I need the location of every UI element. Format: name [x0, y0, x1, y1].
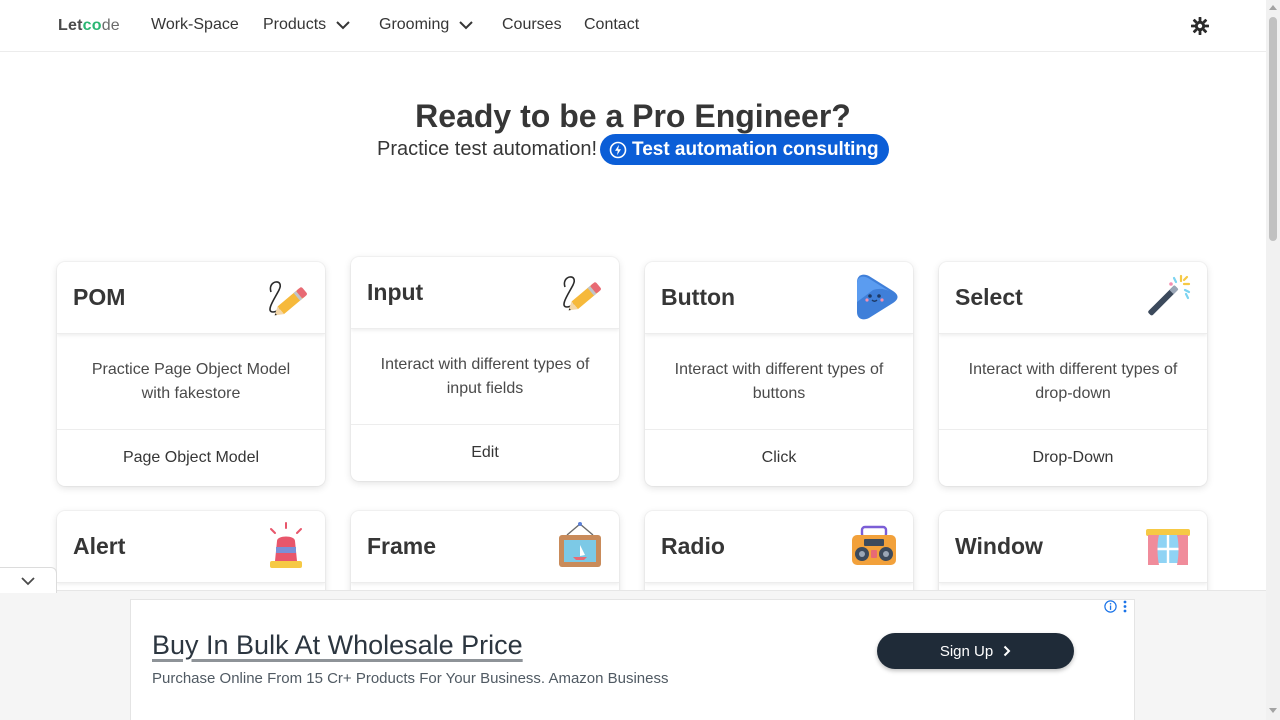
- chevron-down-icon: [21, 576, 35, 585]
- ad-container[interactable]: Buy In Bulk At Wholesale Price Purchase …: [130, 599, 1135, 720]
- nav-item-courses[interactable]: Courses: [502, 16, 562, 34]
- hero-subtitle: Practice test automation!: [377, 138, 598, 160]
- card-title: Input: [367, 279, 424, 305]
- chevron-down-icon: [459, 21, 473, 30]
- lightning-circle-icon: [609, 141, 627, 158]
- play-icon: [857, 274, 898, 320]
- info-icon[interactable]: [1104, 600, 1117, 613]
- consulting-button[interactable]: Test automation consulting: [600, 134, 889, 165]
- card-action-link[interactable]: Drop-Down: [939, 430, 1207, 486]
- card-title: Frame: [367, 533, 437, 559]
- page-scrollbar[interactable]: [1266, 0, 1280, 720]
- ad-banner: Buy In Bulk At Wholesale Price Purchase …: [0, 590, 1266, 720]
- window-icon: [1146, 529, 1190, 565]
- brand-part-1: Let: [58, 17, 83, 34]
- nav-item-label: Products: [263, 16, 327, 33]
- sun-gear-icon[interactable]: [1190, 16, 1210, 36]
- scroll-down-arrow-icon[interactable]: [1269, 708, 1277, 713]
- card-header: Frame: [351, 511, 619, 583]
- pencil-icon: [269, 281, 307, 316]
- card-description: Interact with different types of buttons: [645, 334, 913, 430]
- nav-item-label: Courses: [502, 16, 562, 33]
- ad-signup-label: Sign Up: [939, 642, 994, 660]
- card-header: Window: [939, 511, 1207, 583]
- card-title: Radio: [661, 533, 725, 559]
- more-vertical-icon[interactable]: [1123, 600, 1127, 613]
- nav-item-workspace[interactable]: Work-Space: [151, 16, 239, 34]
- brand-part-3: de: [101, 17, 120, 34]
- nav-item-grooming[interactable]: Grooming: [379, 16, 473, 34]
- card-action-link[interactable]: Click: [645, 430, 913, 486]
- card-title: Window: [955, 533, 1043, 559]
- ad-info[interactable]: [1104, 600, 1127, 613]
- navbar: Letcode Work-Space Products Grooming Cou…: [0, 0, 1266, 52]
- nav-item-products[interactable]: Products: [263, 16, 350, 34]
- card-header: Button: [645, 262, 913, 334]
- scroll-up-arrow-icon[interactable]: [1269, 5, 1277, 10]
- scrollbar-thumb[interactable]: [1269, 17, 1277, 241]
- card-button: Button Interact with different types of …: [645, 262, 913, 486]
- card-header: POM: [57, 262, 325, 334]
- card-description: Interact with different types of input f…: [351, 329, 619, 425]
- pencil-icon: [563, 276, 601, 311]
- card-title: Alert: [73, 533, 126, 559]
- card-header: Select: [939, 262, 1207, 334]
- card-action-link[interactable]: Edit: [351, 425, 619, 481]
- card-description: Interact with different types of drop-do…: [939, 334, 1207, 430]
- card-description: Practice Page Object Model with fakestor…: [57, 334, 325, 430]
- card-input: Input Interact with different types of i…: [351, 257, 619, 481]
- brand-part-2: co: [82, 17, 102, 34]
- card-action-link[interactable]: Page Object Model: [57, 430, 325, 486]
- card-select: Select Interact with different types of …: [939, 262, 1207, 486]
- ad-collapse-button[interactable]: [0, 567, 57, 593]
- siren-icon: [270, 522, 302, 568]
- card-title: POM: [73, 284, 126, 310]
- ad-description: Purchase Online From 15 Cr+ Products For…: [152, 670, 669, 687]
- magic-wand-icon: [1148, 274, 1191, 316]
- chevron-down-icon: [336, 21, 350, 30]
- card-pom: POM Practice Page Object Model with fake…: [57, 262, 325, 486]
- nav-item-label: Work-Space: [151, 16, 239, 33]
- ad-signup-button[interactable]: Sign Up: [877, 633, 1074, 669]
- card-title: Button: [661, 284, 736, 310]
- page-title: Ready to be a Pro Engineer?: [415, 98, 851, 134]
- nav-item-label: Contact: [584, 16, 640, 33]
- card-header: Input: [351, 257, 619, 329]
- brand-logo[interactable]: Letcode: [58, 17, 120, 35]
- boombox-icon: [852, 525, 896, 565]
- nav-item-label: Grooming: [379, 16, 450, 33]
- nav-item-contact[interactable]: Contact: [584, 16, 639, 34]
- consulting-button-label: Test automation consulting: [632, 138, 879, 160]
- ad-headline[interactable]: Buy In Bulk At Wholesale Price: [152, 630, 523, 661]
- card-title: Select: [955, 284, 1023, 310]
- card-header: Radio: [645, 511, 913, 583]
- card-header: Alert: [57, 511, 325, 583]
- chevron-right-icon: [1003, 645, 1011, 657]
- picture-frame-icon: [559, 522, 601, 567]
